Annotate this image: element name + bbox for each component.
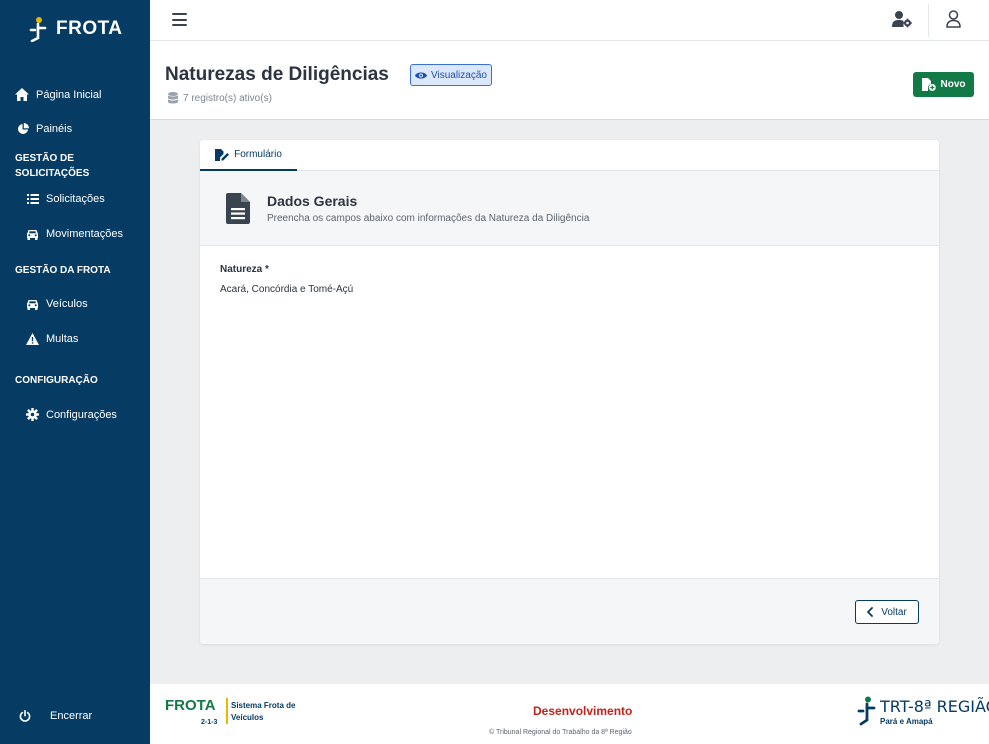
section-header: Dados Gerais Preencha os campos abaixo c… (200, 171, 939, 246)
sidebar-item-movements[interactable]: Movimentações (26, 228, 123, 240)
pie-chart-icon (18, 123, 29, 134)
user-icon (946, 10, 961, 28)
sidebar: FROTA Página Inicial Painéis GESTÃO DE S… (0, 0, 150, 744)
frota-logo-icon (29, 17, 47, 42)
chevron-left-icon (867, 607, 874, 617)
power-icon (19, 710, 31, 722)
brand-name: FROTA (56, 18, 123, 39)
back-button-label: Voltar (881, 606, 907, 618)
user-gear-icon (892, 11, 912, 28)
section-heading-config: CONFIGURAÇÃO (15, 375, 98, 386)
document-icon (226, 193, 250, 224)
records-count-text: 7 registro(s) ativo(s) (183, 92, 272, 104)
environment-label: Desenvolvimento (533, 704, 633, 718)
sidebar-item-settings[interactable]: Configurações (26, 408, 117, 421)
sidebar-item-requests[interactable]: Solicitações (27, 193, 105, 205)
home-icon (15, 88, 29, 101)
card-footer: Voltar (200, 578, 939, 644)
top-bar (150, 0, 989, 41)
view-mode-badge: Visualização (410, 64, 492, 86)
menu-toggle-button[interactable] (172, 13, 187, 26)
records-count: 7 registro(s) ativo(s) (168, 92, 272, 104)
new-record-button[interactable]: Novo (913, 72, 974, 97)
section-subtitle: Preencha os campos abaixo com informaçõe… (267, 213, 590, 224)
hamburger-line (172, 24, 187, 26)
footer-code: 2-1-3 (201, 719, 218, 726)
page-footer: FROTA 2-1-3 Sistema Frota de Veículos De… (150, 684, 989, 744)
copyright-text: © Tribunal Regional do Trabalho da 8ª Re… (489, 729, 632, 736)
form-tabs: Formulário (200, 140, 939, 171)
sidebar-item-label: Veículos (46, 298, 88, 310)
sidebar-item-label: Movimentações (46, 228, 124, 240)
sidebar-item-fines[interactable]: Multas (26, 333, 78, 345)
eye-icon (415, 72, 427, 78)
warning-icon (26, 333, 39, 345)
tab-formulario[interactable]: Formulário (200, 140, 297, 171)
hamburger-line (172, 18, 187, 21)
database-icon (168, 92, 178, 104)
user-settings-button[interactable] (892, 10, 913, 34)
user-profile-button[interactable] (946, 10, 961, 33)
sidebar-item-label: Painéis (36, 123, 73, 135)
footer-system-name: Sistema Frota de Veículos (231, 701, 296, 722)
page-header: Naturezas de Diligências Visualização 7 … (150, 41, 989, 120)
sidebar-item-panels[interactable]: Painéis (17, 123, 72, 135)
page-title: Naturezas de Diligências (165, 64, 389, 85)
car-icon (27, 229, 38, 240)
sidebar-item-label: Multas (46, 333, 79, 345)
natureza-value: Acará, Concórdia e Tomé-Açú (220, 284, 354, 295)
new-record-label: Novo (940, 79, 966, 90)
list-icon (27, 194, 39, 204)
sidebar-item-label: Solicitações (46, 193, 105, 205)
org-name: TRT-8ª REGIÃO (880, 697, 989, 716)
brand-logo[interactable]: FROTA (28, 16, 123, 42)
trt-logo: TRT-8ª REGIÃO Pará e Amapá (857, 696, 989, 731)
sidebar-item-vehicles[interactable]: Veículos (26, 298, 88, 310)
sidebar-item-label: Encerrar (50, 710, 93, 722)
sidebar-item-label: Configurações (46, 408, 117, 421)
top-bar-divider (928, 4, 929, 37)
back-button[interactable]: Voltar (855, 600, 919, 624)
view-mode-label: Visualização (431, 69, 487, 81)
sidebar-item-home[interactable]: Página Inicial (15, 88, 101, 101)
sidebar-item-label: Página Inicial (36, 88, 102, 101)
hamburger-line (172, 13, 187, 15)
form-edit-icon (215, 148, 230, 161)
sidebar-item-logout[interactable]: Encerrar (19, 710, 92, 722)
car-icon (27, 299, 38, 310)
section-heading-requests: GESTÃO DE SOLICITAÇÕES (15, 153, 90, 179)
natureza-label: Natureza * (220, 264, 269, 275)
section-heading-fleet: GESTÃO DA FROTA (15, 265, 111, 276)
section-title: Dados Gerais (267, 193, 358, 209)
org-subtitle: Pará e Amapá (880, 717, 933, 726)
tab-label: Formulário (234, 149, 282, 160)
gear-icon (26, 408, 39, 421)
footer-logo-divider (226, 698, 228, 724)
trt-logo-icon (857, 696, 876, 726)
footer-logo: FROTA (165, 697, 216, 714)
form-card: Formulário Dados Gerais Preencha os camp… (200, 140, 939, 644)
file-add-icon (921, 78, 936, 91)
